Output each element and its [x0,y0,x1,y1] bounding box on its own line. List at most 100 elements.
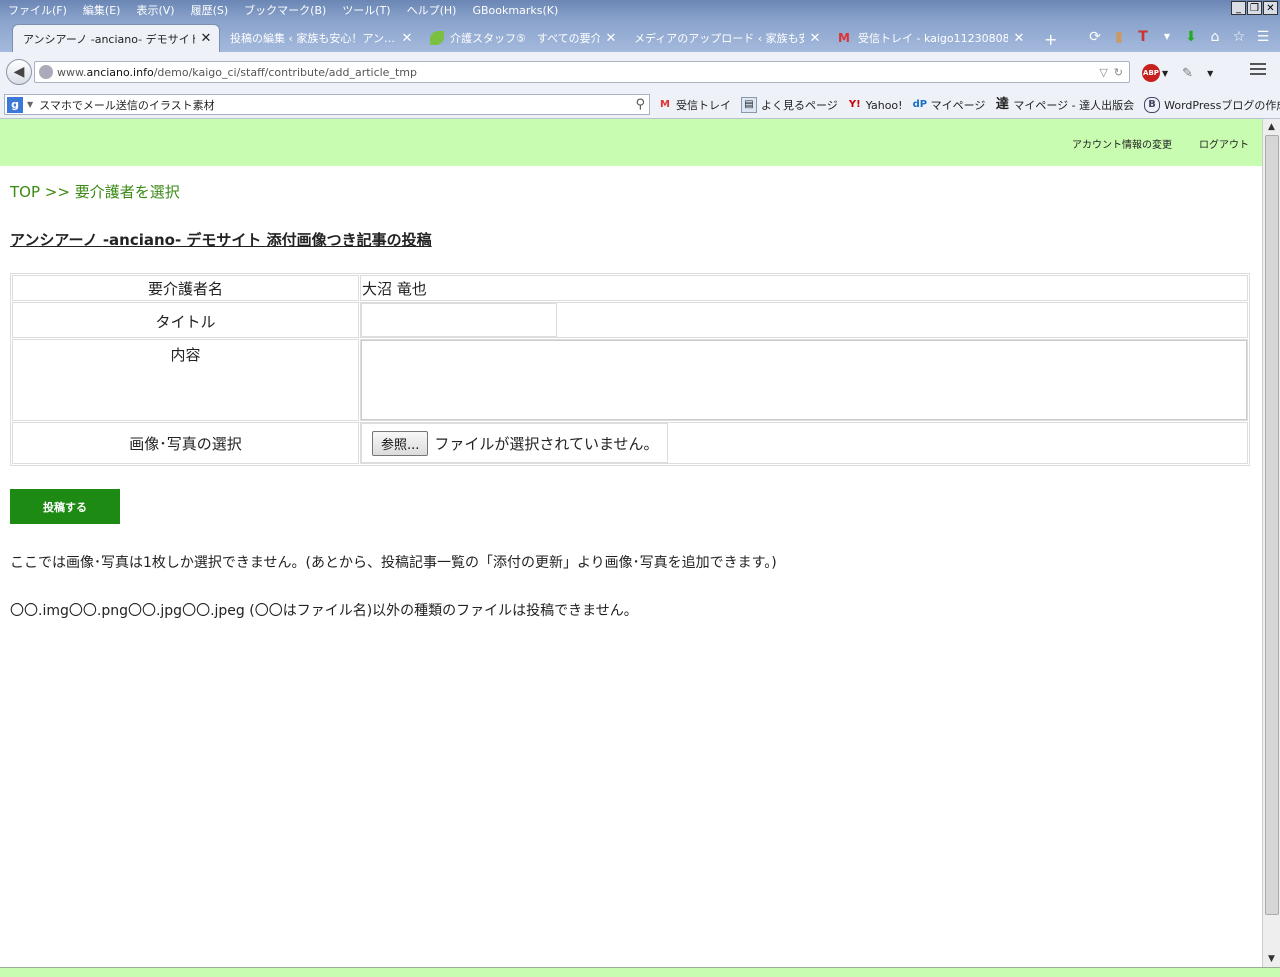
url-path: /demo/kaigo_ci/staff/contribute/add_arti… [153,65,417,79]
form-row-content: 内容 [12,339,1248,421]
image-select-label: 画像･写真の選択 [12,422,359,464]
tab-edit-post[interactable]: 投稿の編集 ‹ 家族も安心！アン… ✕ [220,24,420,52]
search-engine-dropdown-icon[interactable]: ▼ [27,100,33,109]
note-single-image: ここでは画像･写真は1枚しか選択できません。(あとから、投稿記事一覧の「添付の更… [10,555,777,571]
menu-edit[interactable]: 編集(E) [75,2,129,18]
toolbar-icons: ⟳ ▮ T ▼ ⬇ ⌂ ☆ ☰ [1086,28,1272,46]
browse-button[interactable]: 参照... [372,430,429,456]
menu-file[interactable]: ファイル(F) [0,2,75,18]
url-text[interactable]: www.anciano.info/demo/kaigo_ci/staff/con… [57,66,1099,79]
url-bar[interactable]: www.anciano.info/demo/kaigo_ci/staff/con… [34,61,1130,83]
bookmark-label: マイページ [930,99,986,112]
tab-close-icon[interactable]: ✕ [808,31,822,46]
content-textarea[interactable] [361,340,1247,420]
bookmarks-bar: g ▼ スマホでメール送信のイラスト素材 ⚲ M 受信トレイ ▤ よく見るページ… [0,92,1280,119]
title-input[interactable] [361,303,557,337]
bookmark-tatsujin[interactable]: 達 マイページ - 達人出版会 [995,97,1134,113]
account-settings-link[interactable]: アカウント情報の変更 [1072,136,1172,151]
title-label: タイトル [12,302,359,338]
menu-view[interactable]: 表示(V) [128,2,182,18]
sync-icon[interactable]: ⟳ [1086,28,1104,46]
menu-bookmarks[interactable]: ブックマーク(B) [236,2,334,18]
back-button[interactable]: ◀ [6,59,32,85]
note-file-types: 〇〇.img〇〇.png〇〇.jpg〇〇.jpeg (〇〇はファイル名)以外の種… [10,603,638,619]
minimize-icon[interactable]: _ [1231,1,1246,15]
google-icon[interactable]: g [7,96,23,113]
menu-help[interactable]: ヘルプ(H) [399,2,465,18]
tab-close-icon[interactable]: ✕ [604,31,618,46]
new-tab-icon[interactable]: + [1044,30,1057,49]
mypage-icon: dP [912,99,928,110]
wordpress-icon: B [1144,97,1161,113]
tab-care-staff[interactable]: 介護スタッフ⑤ すべての要介… ✕ [420,24,624,52]
bookmark-label: WordPressブログの作成… [1164,99,1280,112]
scroll-up-icon[interactable]: ▲ [1263,119,1280,135]
star-icon[interactable]: ☆ [1230,28,1248,46]
bookmark-most-visited[interactable]: ▤ よく見るページ [741,97,838,113]
scroll-thumb[interactable] [1265,135,1279,915]
tab-title: 介護スタッフ⑤ すべての要介… [450,32,600,45]
t-addon-icon[interactable]: T [1134,28,1152,46]
tab-title: 受信トレイ - kaigo11230808… [858,32,1008,45]
dropdown-icon[interactable]: ▼ [1158,28,1176,46]
submit-post-button[interactable]: 投稿する [10,489,120,524]
page-content: アカウント情報の変更 ログアウト TOP >> 要介護者を選択 アンシアーノ -… [0,119,1262,967]
reload-icon[interactable]: ↻ [1114,66,1129,79]
tab-anciano-demo[interactable]: アンシアーノ -anciano- デモサイト… ✕ [12,24,220,52]
menu-gbookmarks[interactable]: GBookmarks(K) [464,4,566,17]
file-input[interactable]: 参照... ファイルが選択されていません。 [361,423,668,463]
breadcrumb-select-care-recipient-link[interactable]: 要介護者を選択 [75,183,180,201]
download-icon[interactable]: ⬇ [1182,28,1200,46]
tab-media-upload[interactable]: メディアのアップロード ‹ 家族も安… ✕ [624,24,828,52]
site-header: アカウント情報の変更 ログアウト [0,119,1262,166]
tab-close-icon[interactable]: ✕ [1012,31,1026,46]
dropdown-icon[interactable]: ▼ [1207,69,1213,78]
tab-close-icon[interactable]: ✕ [199,31,213,46]
leaf-icon [430,31,444,45]
home-icon[interactable]: ⌂ [1206,28,1224,46]
tab-close-icon[interactable]: ✕ [400,31,414,46]
vertical-scrollbar[interactable]: ▲ ▼ [1262,119,1280,967]
url-prefix: www. [57,65,87,79]
bookmark-label: マイページ - 達人出版会 [1013,99,1135,112]
bookmark-label: Yahoo! [865,98,903,112]
bookmark-mypage[interactable]: dP マイページ [913,97,986,113]
image-select-cell: 参照... ファイルが選択されていません。 [360,422,1248,464]
content-cell [360,339,1248,421]
bookmark-wordpress[interactable]: B WordPressブログの作成… [1144,97,1280,113]
logout-link[interactable]: ログアウト [1199,136,1249,151]
menu-bar: ファイル(F) 編集(E) 表示(V) 履歴(S) ブックマーク(B) ツール(… [0,0,1280,20]
window-controls: _ ❐ ✕ [1231,1,1278,15]
article-form-table: 要介護者名 大沼 竜也 タイトル 内容 画像･写真の選択 参照... ファイルが… [10,273,1250,466]
notebook-icon[interactable]: ▮ [1110,28,1128,46]
google-search-box[interactable]: g ▼ スマホでメール送信のイラスト素材 ⚲ [4,94,650,115]
restore-icon[interactable]: ❐ [1247,1,1262,15]
tab-title: アンシアーノ -anciano- デモサイト… [23,32,195,46]
breadcrumb: TOP >> 要介護者を選択 [10,181,180,202]
scroll-down-icon[interactable]: ▼ [1263,951,1280,967]
bookmark-gmail-inbox[interactable]: M 受信トレイ [658,97,731,113]
menu-tools[interactable]: ツール(T) [334,2,398,18]
care-recipient-label: 要介護者名 [12,275,359,301]
menu-history[interactable]: 履歴(S) [183,2,237,18]
bookmark-label: 受信トレイ [676,99,731,112]
url-dropdown-icon[interactable]: ▽ [1099,66,1113,79]
search-icon[interactable]: ⚲ [635,97,649,112]
file-status-text: ファイルが選択されていません。 [434,434,659,453]
form-row-image: 画像･写真の選択 参照... ファイルが選択されていません。 [12,422,1248,464]
tab-title: 投稿の編集 ‹ 家族も安心！アン… [230,32,395,45]
bookmarks-menu-icon[interactable]: ☰ [1254,28,1272,46]
breadcrumb-top-link[interactable]: TOP [10,183,40,201]
form-row-title: タイトル [12,302,1248,338]
yahoo-icon: Y! [848,99,861,110]
search-input[interactable]: スマホでメール送信のイラスト素材 [39,97,635,113]
addon-icon[interactable]: ✎ [1182,66,1193,81]
tab-gmail-inbox[interactable]: M 受信トレイ - kaigo11230808… ✕ [828,24,1032,52]
dropdown-icon[interactable]: ▼ [1162,69,1168,78]
close-window-icon[interactable]: ✕ [1263,1,1278,15]
url-host: anciano.info [86,65,154,79]
hamburger-menu-icon[interactable] [1250,63,1266,78]
bookmark-yahoo[interactable]: Y! Yahoo! [848,98,903,112]
back-arrow-icon: ◀ [13,64,25,80]
adblock-icon[interactable]: ABP [1142,64,1160,82]
